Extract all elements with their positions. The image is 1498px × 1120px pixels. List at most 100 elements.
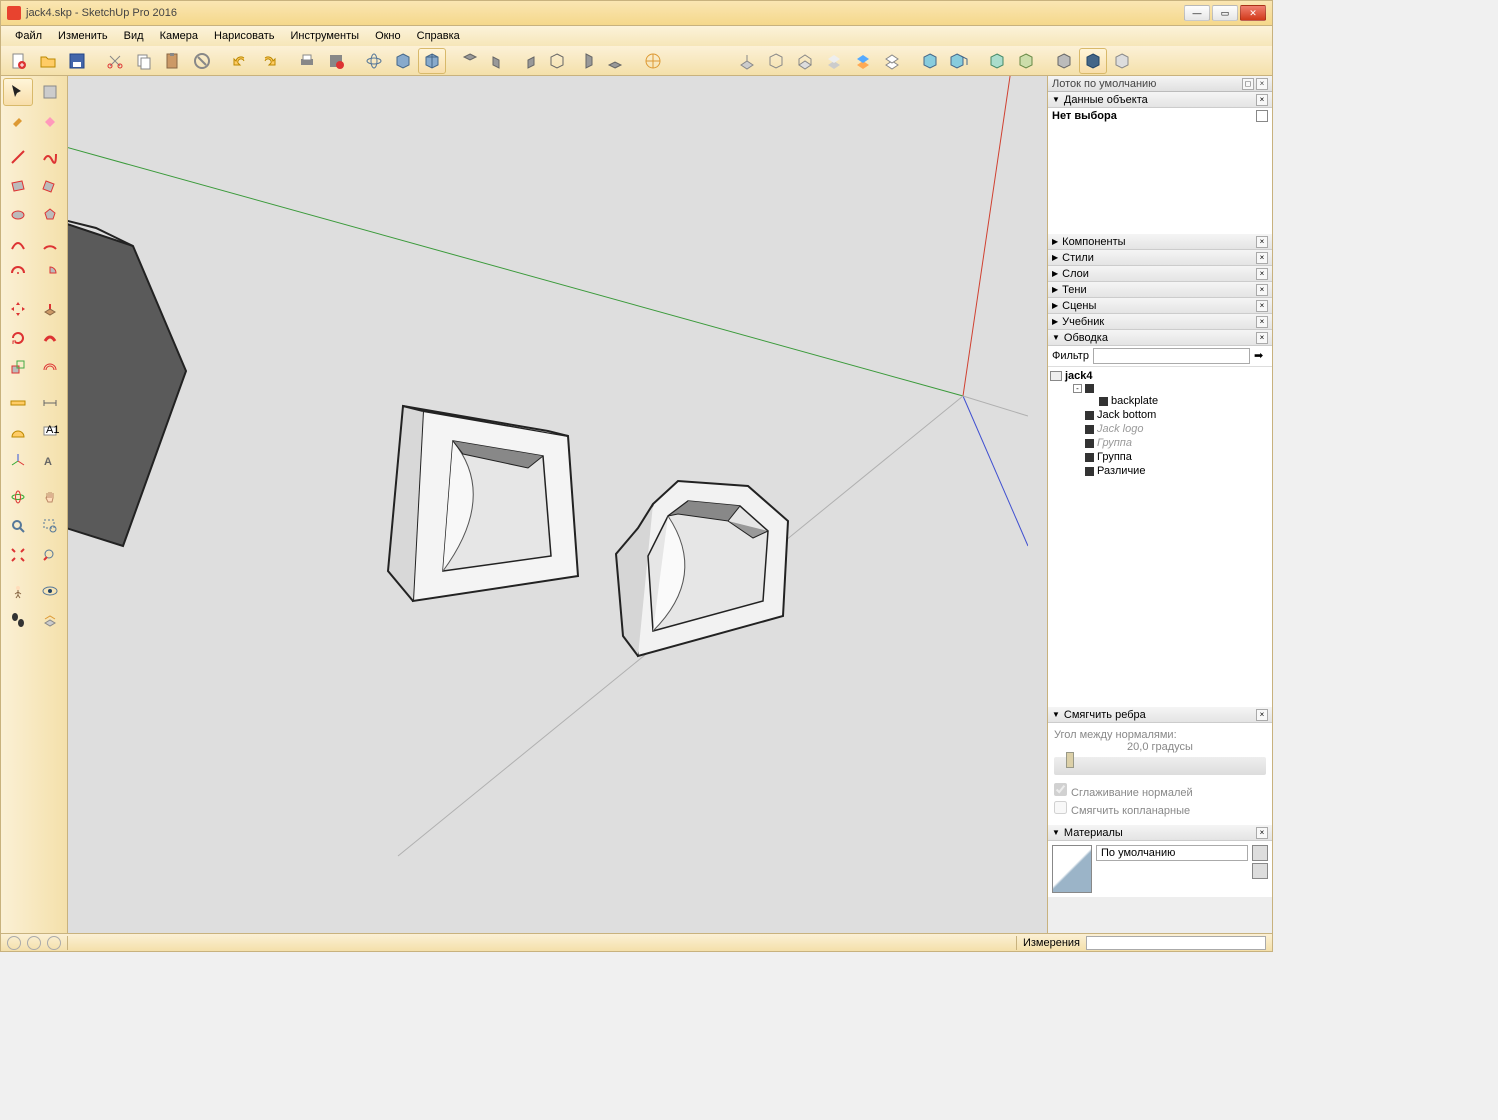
look-around-tool[interactable] [35, 577, 65, 605]
component-tool[interactable] [35, 78, 65, 106]
material-picker-icon[interactable] [1252, 845, 1268, 861]
warehouse-button[interactable] [639, 48, 667, 74]
close-icon[interactable]: × [1256, 284, 1268, 296]
panel-entity-info[interactable]: ▼Данные объекта× [1048, 92, 1272, 108]
panel-components[interactable]: ▶Компоненты× [1048, 234, 1272, 250]
freehand-tool[interactable] [35, 143, 65, 171]
arc2-tool[interactable] [35, 230, 65, 258]
tree-item[interactable]: Группа [1050, 436, 1270, 450]
panel-scenes[interactable]: ▶Сцены× [1048, 298, 1272, 314]
section-tool[interactable] [35, 606, 65, 634]
panel-soften[interactable]: ▼Смягчить ребра× [1048, 707, 1272, 723]
delete-button[interactable] [188, 48, 216, 74]
solid-split-button[interactable] [1079, 48, 1107, 74]
rectangle-tool[interactable] [3, 172, 33, 200]
style-mono-button[interactable] [878, 48, 906, 74]
line-tool[interactable] [3, 143, 33, 171]
iso-view-button[interactable] [389, 48, 417, 74]
viewport-3d[interactable] [68, 76, 1047, 934]
view-bottom-button[interactable] [601, 48, 629, 74]
panel-outliner[interactable]: ▼Обводка× [1048, 330, 1272, 346]
rotate-tool[interactable] [3, 324, 33, 352]
style-wire-button[interactable] [762, 48, 790, 74]
menu-view[interactable]: Вид [116, 28, 152, 44]
eraser-tool[interactable] [35, 107, 65, 135]
status-user-icon[interactable] [47, 936, 61, 950]
close-icon[interactable]: × [1256, 827, 1268, 839]
tree-item[interactable]: Группа [1050, 450, 1270, 464]
tape-tool[interactable] [3, 389, 33, 417]
axes-tool[interactable] [3, 447, 33, 475]
close-icon[interactable]: × [1256, 252, 1268, 264]
tree-item[interactable]: backplate [1050, 394, 1270, 408]
toggle-icon[interactable] [1256, 110, 1268, 122]
arc-tool[interactable] [3, 230, 33, 258]
cut-button[interactable] [101, 48, 129, 74]
status-help-icon[interactable] [7, 936, 21, 950]
close-icon[interactable]: × [1256, 268, 1268, 280]
minimize-button[interactable]: — [1184, 5, 1210, 21]
menu-draw[interactable]: Нарисовать [206, 28, 282, 44]
polygon-tool[interactable] [35, 201, 65, 229]
panel-shadows[interactable]: ▶Тени× [1048, 282, 1272, 298]
soften-slider[interactable] [1054, 757, 1266, 775]
menu-camera[interactable]: Камера [152, 28, 206, 44]
view-top-button[interactable] [456, 48, 484, 74]
scale-tool[interactable] [3, 353, 33, 381]
tree-item[interactable]: - [1050, 383, 1270, 394]
menu-window[interactable]: Окно [367, 28, 409, 44]
tree-item[interactable]: Различие [1050, 464, 1270, 478]
close-icon[interactable]: × [1256, 709, 1268, 721]
copy-button[interactable] [130, 48, 158, 74]
undo-button[interactable] [226, 48, 254, 74]
tray-pin-icon[interactable]: ◻ [1242, 78, 1254, 90]
dimension-tool[interactable] [35, 389, 65, 417]
close-icon[interactable]: × [1256, 316, 1268, 328]
zoom-extents-tool[interactable] [3, 541, 33, 569]
zoom-tool[interactable] [3, 512, 33, 540]
solid-intersect-button[interactable] [945, 48, 973, 74]
print-button[interactable] [293, 48, 321, 74]
open-button[interactable] [34, 48, 62, 74]
tree-item[interactable]: Jack bottom [1050, 408, 1270, 422]
perspective-button[interactable] [418, 48, 446, 74]
close-icon[interactable]: × [1256, 236, 1268, 248]
panel-materials[interactable]: ▼Материалы× [1048, 825, 1272, 841]
view-left-button[interactable] [572, 48, 600, 74]
close-icon[interactable]: × [1256, 94, 1268, 106]
new-button[interactable] [5, 48, 33, 74]
status-info-icon[interactable] [27, 936, 41, 950]
smooth-normals-checkbox[interactable]: Сглаживание нормалей [1054, 783, 1266, 799]
paint-tool[interactable] [3, 107, 33, 135]
style-textured-button[interactable] [849, 48, 877, 74]
model-info-button[interactable] [322, 48, 350, 74]
view-right-button[interactable] [514, 48, 542, 74]
style-xray-button[interactable] [733, 48, 761, 74]
tree-item[interactable]: Jack logo [1050, 422, 1270, 436]
pie-tool[interactable] [35, 259, 65, 287]
filter-input[interactable] [1093, 348, 1250, 364]
followme-tool[interactable] [35, 324, 65, 352]
position-camera-tool[interactable] [3, 577, 33, 605]
previous-view-tool[interactable] [35, 541, 65, 569]
text-tool[interactable]: A1 [35, 418, 65, 446]
pan-tool[interactable] [35, 483, 65, 511]
menu-file[interactable]: Файл [7, 28, 50, 44]
material-name-input[interactable] [1096, 845, 1248, 861]
orbit-button[interactable] [360, 48, 388, 74]
close-icon[interactable]: × [1256, 300, 1268, 312]
zoom-window-tool[interactable] [35, 512, 65, 540]
material-create-icon[interactable] [1252, 863, 1268, 879]
soften-coplanar-checkbox[interactable]: Смягчить копланарные [1054, 801, 1266, 817]
menu-edit[interactable]: Изменить [50, 28, 116, 44]
move-tool[interactable] [3, 295, 33, 323]
solid-merge-button[interactable] [1108, 48, 1136, 74]
save-button[interactable] [63, 48, 91, 74]
maximize-button[interactable]: ▭ [1212, 5, 1238, 21]
protractor-tool[interactable] [3, 418, 33, 446]
walk-tool[interactable] [3, 606, 33, 634]
panel-styles[interactable]: ▶Стили× [1048, 250, 1272, 266]
close-button[interactable]: ✕ [1240, 5, 1266, 21]
3dtext-tool[interactable]: A [35, 447, 65, 475]
tree-root[interactable]: jack4 [1065, 370, 1093, 382]
